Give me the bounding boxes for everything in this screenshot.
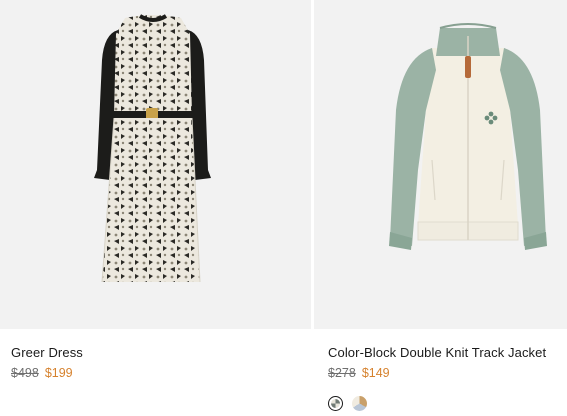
sale-price: $149 (361, 366, 390, 380)
product-image-track-jacket[interactable] (314, 0, 567, 329)
sale-price: $199 (44, 366, 73, 380)
price-row: $498 $199 (11, 366, 73, 380)
swatch-fill (331, 399, 340, 408)
price-row: $278 $149 (328, 366, 390, 380)
swatch-fill (352, 396, 367, 411)
product-name[interactable]: Color-Block Double Knit Track Jacket (328, 345, 546, 360)
color-swatches (328, 396, 367, 411)
original-price: $278 (328, 366, 356, 380)
product-image-greer-dress[interactable] (0, 0, 311, 329)
multi-swatch[interactable] (352, 396, 367, 411)
product-name[interactable]: Greer Dress (11, 345, 83, 360)
jacket-product-image (389, 23, 547, 250)
original-price: $498 (11, 366, 39, 380)
product-card-greer-dress[interactable]: Greer Dress $498 $199 (0, 0, 311, 416)
dress-product-image (94, 14, 211, 283)
product-card-track-jacket[interactable]: Color-Block Double Knit Track Jacket $27… (314, 0, 567, 416)
green-ivory-swatch[interactable] (328, 396, 343, 411)
